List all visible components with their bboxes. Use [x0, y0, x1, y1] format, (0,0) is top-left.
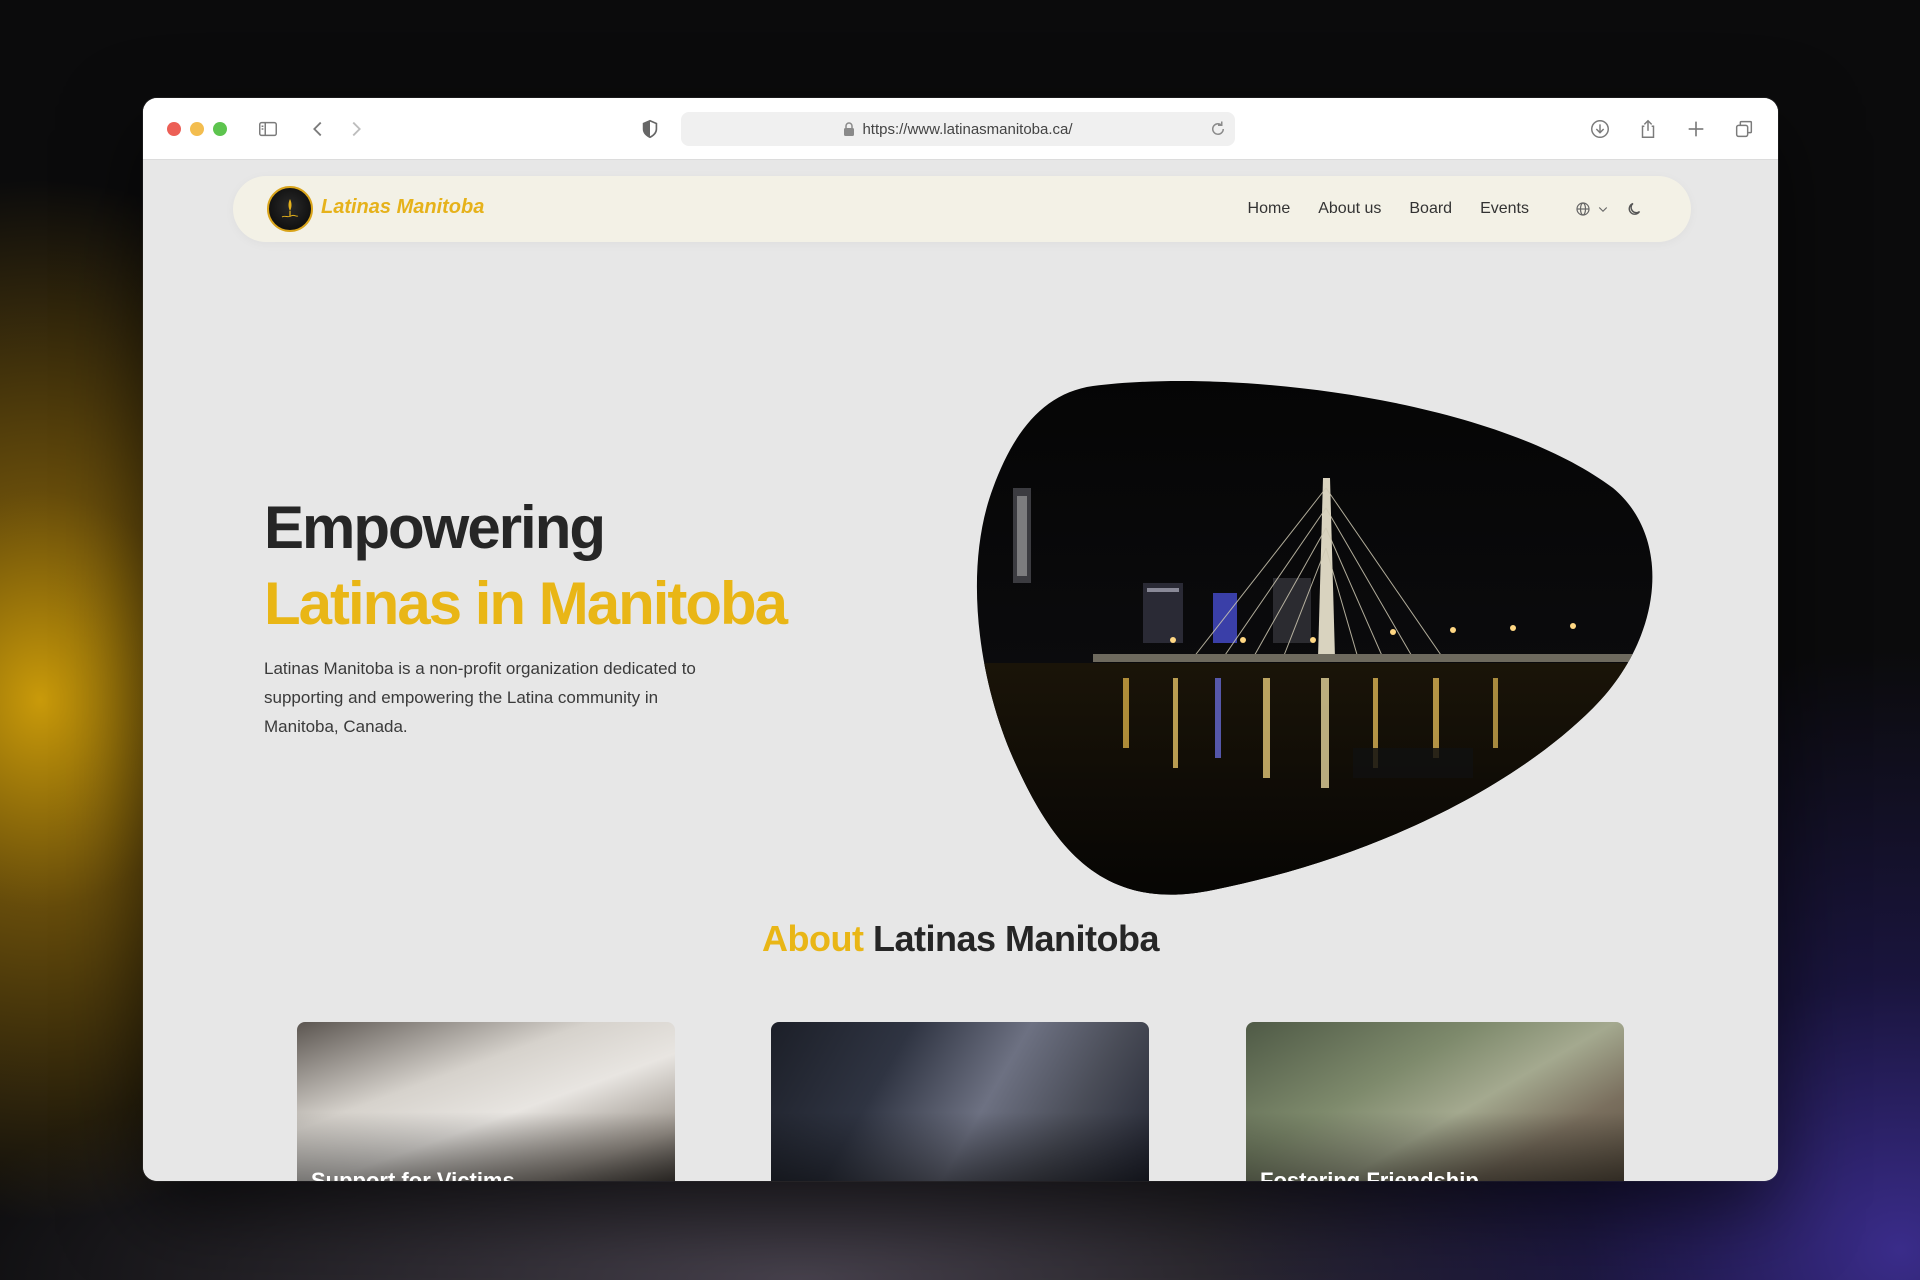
globe-icon [1576, 202, 1590, 216]
nav-about-link[interactable]: About us [1318, 200, 1381, 218]
browser-window: https://www.latinasmanitoba.ca/ Latinas … [143, 98, 1778, 1181]
logo-emblem-icon [281, 199, 299, 218]
nav-events-link[interactable]: Events [1480, 200, 1529, 218]
maximize-window-button[interactable] [213, 122, 227, 136]
card-community[interactable] [771, 1022, 1149, 1181]
sidebar-icon[interactable] [255, 116, 281, 142]
hero-heading: Empowering Latinas in Manitoba [264, 490, 788, 642]
back-icon[interactable] [305, 116, 331, 142]
nav-board-link[interactable]: Board [1409, 200, 1452, 218]
hero-image-winnipeg-bridge-night [976, 381, 1653, 895]
browser-toolbar: https://www.latinasmanitoba.ca/ [143, 98, 1778, 160]
nav-links: Home About us Board Events [1248, 176, 1643, 242]
url-text: https://www.latinasmanitoba.ca/ [862, 120, 1073, 138]
card-title: Fostering Friendship [1260, 1168, 1479, 1181]
site-navbar: Latinas Manitoba Home About us Board Eve… [233, 176, 1691, 242]
share-icon[interactable] [1635, 116, 1661, 142]
chevron-down-icon [1598, 207, 1608, 213]
card-title: Support for Victims [311, 1168, 515, 1181]
about-title-accent: About [761, 918, 864, 959]
close-window-button[interactable] [167, 122, 181, 136]
brand-name[interactable]: Latinas Manitoba [321, 196, 484, 219]
download-icon[interactable] [1587, 116, 1613, 142]
reload-icon[interactable] [1209, 120, 1227, 138]
web-page: Latinas Manitoba Home About us Board Eve… [143, 160, 1778, 1181]
site-logo[interactable] [267, 186, 313, 232]
minimize-window-button[interactable] [190, 122, 204, 136]
address-bar[interactable]: https://www.latinasmanitoba.ca/ [681, 112, 1235, 146]
lock-icon [844, 122, 855, 136]
tabs-icon[interactable] [1731, 116, 1757, 142]
hero-description: Latinas Manitoba is a non-profit organiz… [264, 659, 696, 736]
about-title-rest: Latinas Manitoba [872, 918, 1160, 959]
card-shade [771, 1112, 1149, 1181]
dark-mode-toggle-icon[interactable] [1627, 201, 1643, 217]
language-selector[interactable] [1575, 201, 1609, 217]
about-section-title: About Latinas Manitoba [143, 918, 1778, 960]
nav-home-link[interactable]: Home [1248, 200, 1291, 218]
forward-icon[interactable] [343, 116, 369, 142]
hero-heading-line1: Empowering [264, 494, 606, 561]
new-tab-icon[interactable] [1683, 116, 1709, 142]
card-fostering-friendship[interactable]: Fostering Friendship [1246, 1022, 1624, 1181]
card-support-for-victims[interactable]: Support for Victims [297, 1022, 675, 1181]
hero-heading-line2: Latinas in Manitoba [264, 570, 788, 637]
shield-icon[interactable] [637, 116, 663, 142]
